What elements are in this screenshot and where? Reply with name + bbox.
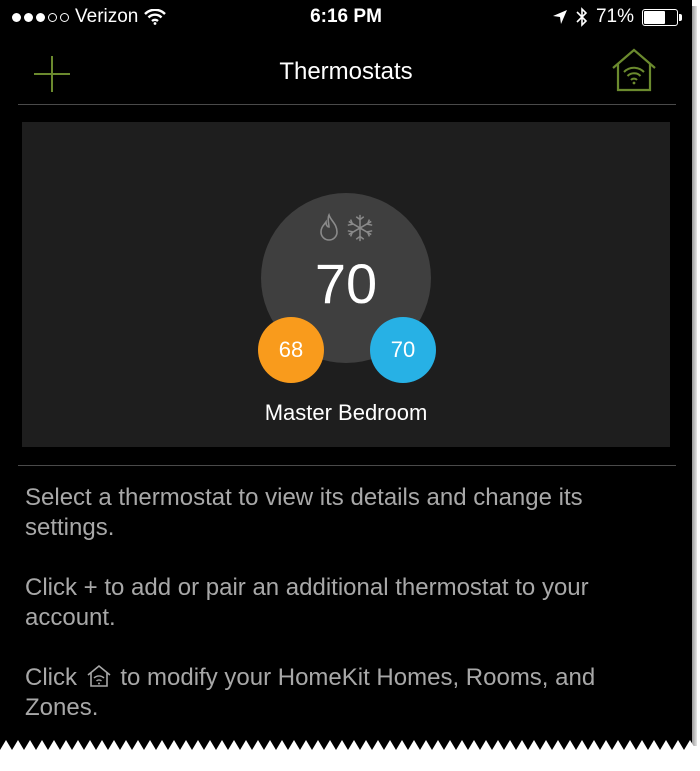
torn-edge <box>0 740 700 771</box>
help-text-homekit: Click to modify your HomeKit Homes, Room… <box>25 663 675 723</box>
nav-bar: Thermostats <box>0 40 692 104</box>
status-bar: Verizon 6:16 PM 71% <box>0 0 692 36</box>
battery-percent: 71% <box>595 6 634 27</box>
battery-icon <box>642 8 682 26</box>
home-wifi-icon <box>612 48 656 92</box>
screenshot-shadow <box>692 6 697 746</box>
help-click-label: Click <box>25 664 77 691</box>
homekit-button[interactable] <box>610 46 658 94</box>
current-temperature: 70 <box>314 252 378 315</box>
location-arrow-icon <box>552 10 567 24</box>
help-text-add: Click + to add or pair an additional the… <box>25 574 589 631</box>
room-name: Master Bedroom <box>264 400 428 425</box>
help-text-select: Select a thermostat to view its details … <box>25 484 583 541</box>
home-wifi-icon <box>87 664 111 687</box>
mode-icons <box>261 213 431 243</box>
page-title: Thermostats <box>279 58 413 85</box>
flame-icon <box>319 213 338 241</box>
status-right: 71% <box>552 6 682 28</box>
bluetooth-icon <box>576 7 588 27</box>
card-divider <box>18 465 676 466</box>
snowflake-icon <box>347 214 372 242</box>
cool-setpoint[interactable]: 70 <box>370 317 436 383</box>
app-screen: Verizon 6:16 PM 71% Thermostats 70 68 70… <box>0 0 692 771</box>
heat-setpoint[interactable]: 68 <box>258 317 324 383</box>
nav-divider <box>18 104 676 105</box>
thermostat-card[interactable]: 70 68 70 Master Bedroom <box>22 122 670 447</box>
